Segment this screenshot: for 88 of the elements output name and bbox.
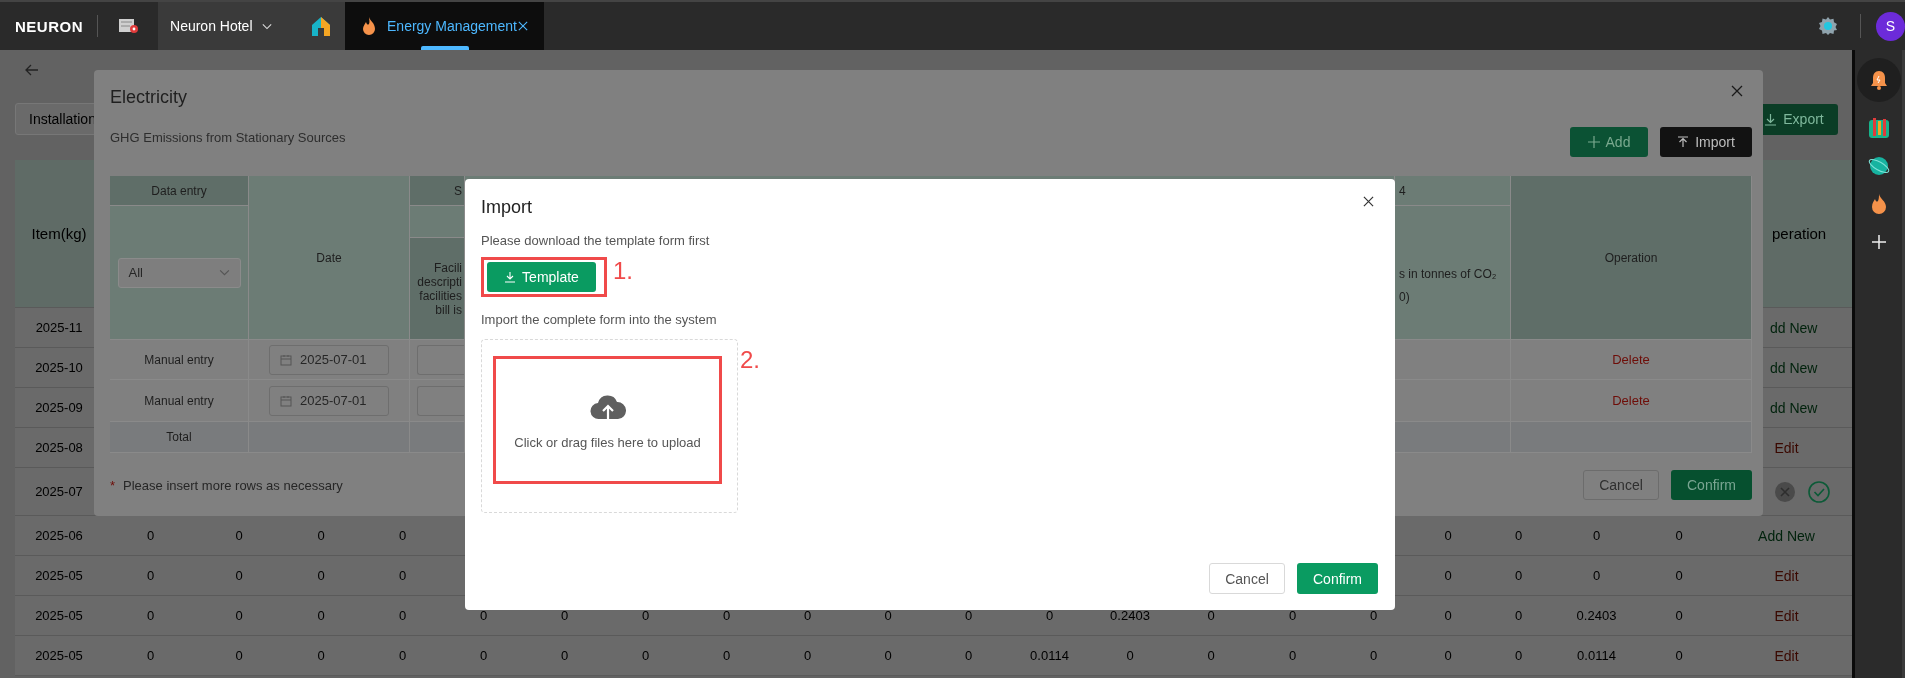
table-cell: 0	[1288, 648, 1297, 663]
table-cell: 0	[803, 608, 812, 623]
date-cell: 2025-10	[35, 360, 83, 375]
table-cell: 0	[317, 528, 325, 543]
upload-hint: Click or drag files here to upload	[514, 434, 701, 450]
table-cell: 0	[1675, 608, 1683, 623]
date-cell: 2025-05	[35, 648, 83, 663]
table-cell: 0	[964, 648, 973, 663]
table-cell: 0	[964, 608, 973, 623]
table-cell: 0	[1514, 528, 1523, 543]
table-cell: 0	[1592, 528, 1601, 543]
date-cell: 2025-09	[35, 400, 83, 415]
date-cell: 2025-06	[35, 528, 83, 543]
table-cell: 0	[235, 648, 243, 663]
table-cell: 0	[317, 568, 325, 583]
table-cell: 0	[1675, 568, 1683, 583]
table-cell: 0	[722, 648, 731, 663]
table-cell: 0	[1592, 568, 1601, 583]
table-cell: Manual entry	[144, 393, 214, 408]
table-cell: 0	[146, 648, 155, 663]
column-header: Date	[249, 176, 410, 340]
table-cell: 0	[146, 528, 155, 543]
table-cell: 0	[479, 608, 488, 623]
dialog-title: Import	[481, 196, 532, 219]
table-cell: 0	[317, 608, 325, 623]
table-cell: 0	[1444, 608, 1452, 623]
required-mark: *	[110, 477, 116, 493]
table-cell: 0	[235, 568, 243, 583]
table-cell: 0	[1514, 608, 1523, 623]
table-cell: 0	[398, 568, 407, 583]
table-cell: 0	[146, 608, 155, 623]
column-header: Operation	[1511, 176, 1752, 340]
date-cell: 2025-08	[35, 440, 83, 455]
column-header: Item(kg)	[31, 225, 87, 242]
table-cell: 0	[235, 608, 243, 623]
table-cell: 0	[317, 648, 325, 663]
table-cell: 0.2403	[1110, 608, 1150, 623]
table-cell: 0	[1514, 568, 1523, 583]
table-cell: 0	[803, 648, 812, 663]
table-cell: 0	[1045, 608, 1054, 623]
table-cell: 0	[722, 608, 731, 623]
table-cell: 0	[884, 608, 892, 623]
date-cell: 2025-05	[35, 568, 83, 583]
table-cell: 0.2403	[1576, 608, 1617, 623]
step-number: 2.	[740, 346, 760, 374]
table-cell: 0	[235, 528, 243, 543]
table-cell: 0	[1369, 608, 1378, 623]
table-cell: 0	[1444, 568, 1452, 583]
column-header: 4	[1395, 176, 1511, 206]
table-cell: 0.0114	[1577, 648, 1616, 663]
instruction-text: Import the complete form into the system	[481, 311, 717, 329]
table-cell: Total	[110, 422, 249, 453]
note-text: Please insert more rows as necessary	[123, 477, 343, 493]
column-header: Facili descripti facilities bill is	[410, 238, 465, 340]
table-cell: 0	[1514, 648, 1523, 663]
table-cell: 0	[479, 648, 488, 663]
table-cell: 0	[398, 648, 407, 663]
table-cell: 0	[1444, 648, 1452, 663]
modal-title: Electricity	[110, 86, 187, 109]
table-cell: 0	[560, 608, 569, 623]
column-header: S	[410, 176, 465, 206]
table-cell: 0	[641, 648, 650, 663]
column-header: Data entry	[110, 176, 249, 206]
column-header: peration	[1772, 225, 1827, 242]
table-cell: 0	[398, 608, 407, 623]
table-cell: 0.0114	[1030, 648, 1069, 663]
logo: NEURON	[15, 17, 83, 35]
date-cell: 2025-11	[35, 320, 83, 335]
table-cell: 0	[1369, 648, 1378, 663]
table-cell: 0	[1675, 528, 1683, 543]
step-number: 1.	[613, 257, 633, 285]
table-cell: 0	[1207, 608, 1215, 623]
modal-subtitle: GHG Emissions from Stationary Sources	[110, 129, 346, 147]
table-cell: 0	[146, 568, 155, 583]
date-cell: 2025-07	[35, 484, 83, 499]
table-cell: Manual entry	[144, 352, 214, 367]
table-cell: 0	[398, 528, 407, 543]
table-cell: 0	[1675, 648, 1683, 663]
table-cell: 0	[1207, 648, 1215, 663]
instruction-text: Please download the template form first	[481, 232, 710, 250]
column-header: s in tonnes of CO₂ 0)	[1395, 206, 1511, 340]
table-cell: 0	[641, 608, 650, 623]
date-cell: 2025-05	[35, 608, 83, 623]
table-cell: 0	[884, 648, 892, 663]
table-cell: 0	[1126, 648, 1134, 663]
table-cell: 0	[1288, 608, 1297, 623]
table-cell: 0	[1444, 528, 1452, 543]
table-cell: 0	[560, 648, 569, 663]
